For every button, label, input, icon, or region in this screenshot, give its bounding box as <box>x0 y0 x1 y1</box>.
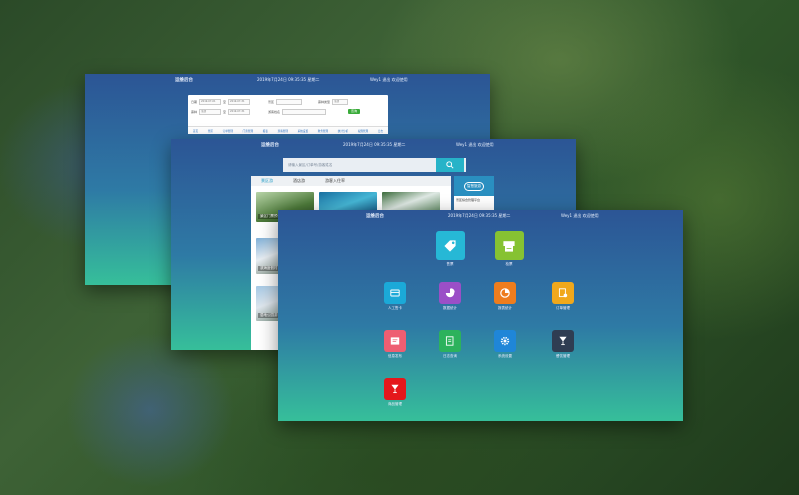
tag-icon <box>435 231 465 260</box>
tab-hotel[interactable]: 酒店游 <box>283 178 315 184</box>
app-label: 订单管理 <box>556 306 570 310</box>
pie-chart-icon <box>439 282 461 304</box>
date-field[interactable]: 2019-07-31 <box>228 109 251 115</box>
nav-item[interactable]: 门票管理 <box>243 129 253 133</box>
app-label: 检票 <box>505 262 513 266</box>
tab-bar: 景区游 酒店游 游客入住率 <box>251 176 451 186</box>
app-info-publish[interactable]: 信息发布 <box>382 330 408 359</box>
side-logo: 智慧旅游 <box>454 176 494 196</box>
search-button[interactable]: 查询 <box>348 109 360 114</box>
app-title: 运维后台 <box>175 78 193 83</box>
card-label: 湿地公园游 <box>258 313 280 318</box>
app-title: 运维后台 <box>366 214 384 219</box>
filter-label: 游客姓名 <box>268 110 281 114</box>
app-report-stats[interactable]: 报表统计 <box>492 282 518 311</box>
app-label: 人工售卡 <box>388 306 402 310</box>
search-icon <box>446 161 454 169</box>
ticket-type-select[interactable]: 全部 <box>332 99 349 105</box>
nav-item[interactable]: 系统设置 <box>298 129 308 133</box>
document-gear-icon <box>552 282 574 304</box>
nav-item[interactable]: 权限管理 <box>358 129 368 133</box>
admin-window-front: 运维后台 2019年7月24日 09:35:35 星期二 Wey1 退出 欢迎使… <box>278 210 683 421</box>
app-catering[interactable]: 餐饮管理 <box>550 330 576 359</box>
filter-label: 票种 <box>191 110 198 114</box>
app-label: 日志查询 <box>443 354 457 358</box>
search-button[interactable] <box>436 158 464 172</box>
nav-item[interactable]: 报表 <box>263 129 268 133</box>
nav-item[interactable]: 订单管理 <box>223 129 233 133</box>
app-label: 报表统计 <box>498 306 512 310</box>
nav-item[interactable]: 日志 <box>378 129 383 133</box>
card-icon <box>384 282 406 304</box>
app-label: 售票 <box>446 262 454 266</box>
app-sell-ticket[interactable]: 售票 <box>435 231 465 267</box>
app-goods-manage[interactable]: 商品管理 <box>382 378 408 407</box>
nav-item[interactable]: 游客管理 <box>278 129 288 133</box>
nav-item[interactable]: 统计分析 <box>338 129 348 133</box>
date-end-field[interactable]: 2019-07-31 <box>228 99 251 105</box>
app-order-manage[interactable]: 订单管理 <box>550 282 576 311</box>
app-title: 运维后台 <box>261 143 279 148</box>
filter-label: 至 <box>223 110 227 114</box>
app-label: 系统设置 <box>498 354 512 358</box>
datetime-text: 2019年7月24日 09:35:35 星期二 <box>343 142 406 147</box>
gear-icon <box>494 330 516 352</box>
title-bar: 运维后台 2019年7月24日 09:35:35 星期二 Wey1 退出 欢迎使… <box>278 210 683 222</box>
filter-label: 票种类型 <box>318 100 331 104</box>
side-text: 景区综合管理平台 <box>456 198 481 202</box>
message-card-icon <box>384 330 406 352</box>
title-bar: 运维后台 2019年7月24日 09:35:35 星期二 Wey1 退出 欢迎使… <box>171 139 576 151</box>
glass-icon <box>552 330 574 352</box>
card-label: 滨海度假村 <box>258 266 280 271</box>
nav-item[interactable]: 景区 <box>208 129 213 133</box>
datetime-text: 2019年7月24日 09:35:35 星期二 <box>448 213 511 218</box>
app-label: 数据统计 <box>443 306 457 310</box>
app-check-ticket[interactable]: 检票 <box>494 231 524 267</box>
app-label: 商品管理 <box>388 402 402 406</box>
user-links[interactable]: Wey1 退出 欢迎使用 <box>370 77 408 83</box>
date-start-field[interactable]: 2019-07-01 <box>199 99 222 105</box>
nav-item[interactable]: 首页 <box>193 129 198 133</box>
ticket-select[interactable]: 全部 <box>199 109 222 115</box>
tab-scenic[interactable]: 景区游 <box>251 178 283 184</box>
app-data-stats[interactable]: 数据统计 <box>437 282 463 311</box>
app-system-settings[interactable]: 系统设置 <box>492 330 518 359</box>
glass-icon <box>384 378 406 400</box>
title-bar: 运维后台 2019年7月24日 09:35:35 星期二 Wey1 退出 欢迎使… <box>85 74 490 86</box>
report-icon <box>439 330 461 352</box>
nav-item[interactable]: 财务管理 <box>318 129 328 133</box>
app-label: 餐饮管理 <box>556 354 570 358</box>
visitor-name-field[interactable] <box>282 109 327 115</box>
tab-occupancy[interactable]: 游客入住率 <box>315 178 355 184</box>
user-links[interactable]: Wey1 退出 欢迎使用 <box>456 142 494 148</box>
filter-label: 日期 <box>191 100 198 104</box>
filter-label: 至 <box>223 100 227 104</box>
scenic-field[interactable] <box>276 99 303 105</box>
app-log-query[interactable]: 日志查询 <box>437 330 463 359</box>
user-links[interactable]: Wey1 退出 欢迎使用 <box>561 213 599 219</box>
app-manual-card[interactable]: 人工售卡 <box>382 282 408 311</box>
filter-label: 景区 <box>268 100 275 104</box>
datetime-text: 2019年7月24日 09:35:35 星期二 <box>257 77 320 82</box>
ticket-printer-icon <box>494 231 524 260</box>
app-label: 信息发布 <box>388 354 402 358</box>
pie-chart-icon <box>494 282 516 304</box>
nav-bar: 首页 景区 订单管理 门票管理 报表 游客管理 系统设置 财务管理 统计分析 权… <box>188 126 388 134</box>
